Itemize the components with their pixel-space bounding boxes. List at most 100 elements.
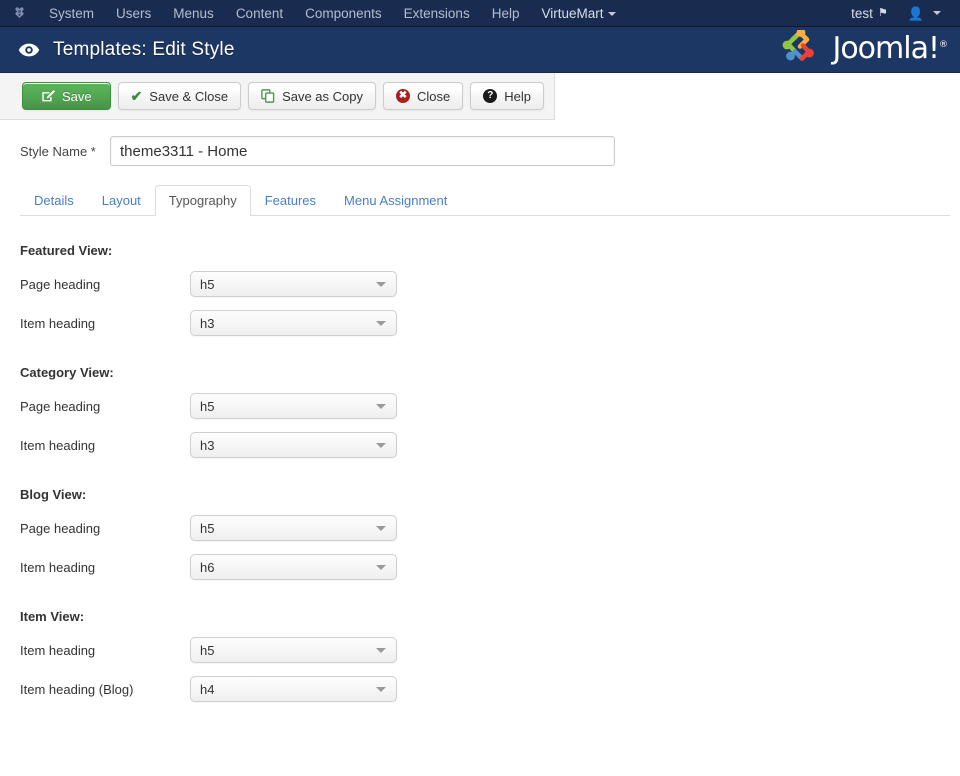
user-menu[interactable]: 👤: [899, 0, 950, 27]
chevron-down-icon: [933, 11, 941, 15]
menu-item-virtuemart[interactable]: VirtueMart: [530, 0, 626, 26]
joomla-wordmark-text: Joomla!: [832, 31, 940, 66]
select-item-heading[interactable]: h5: [190, 637, 397, 663]
chevron-down-icon: [376, 687, 386, 692]
field-row-item-heading-blog: Item heading (Blog) h4: [20, 676, 960, 702]
external-link-icon: ⚑: [877, 6, 888, 19]
field-label-blog-item-heading: Item heading: [20, 559, 96, 575]
select-item-heading-blog-value: h4: [200, 681, 215, 697]
select-item-heading-blog[interactable]: h4: [190, 676, 397, 702]
style-name-row: Style Name *: [0, 120, 960, 166]
field-row-category-item-heading: Item heading h3: [20, 432, 960, 458]
save-and-close-button-label: Save & Close: [149, 88, 229, 104]
group-title-item-view: Item View:: [20, 609, 85, 624]
user-icon: 👤: [907, 5, 924, 21]
chevron-down-icon: [607, 12, 616, 17]
style-name-input[interactable]: [110, 136, 615, 166]
tab-menu-assignment[interactable]: Menu Assignment: [330, 185, 461, 216]
menu-item-components[interactable]: Components: [294, 0, 393, 26]
field-label-item-heading-blog: Item heading (Blog): [20, 681, 134, 697]
style-name-label: Style Name *: [20, 143, 96, 159]
site-preview-link[interactable]: test ⚑: [842, 0, 897, 27]
select-category-page-heading-value: h5: [200, 398, 215, 414]
field-label-featured-page-heading: Page heading: [20, 276, 101, 292]
tab-layout[interactable]: Layout: [88, 185, 155, 216]
check-icon: ✔: [130, 87, 143, 104]
question-circle-icon: ?: [483, 89, 498, 103]
field-label-item-heading: Item heading: [20, 642, 96, 658]
menu-item-virtuemart-label: VirtueMart: [541, 6, 604, 21]
help-button-label: Help: [504, 88, 531, 104]
close-button-label: Close: [417, 88, 451, 104]
admin-top-right: test ⚑ 👤: [842, 0, 950, 27]
group-title-blog-view: Blog View:: [20, 487, 87, 502]
select-featured-page-heading[interactable]: h5: [190, 271, 397, 297]
joomla-logo: Joomla!®: [776, 29, 960, 70]
close-button[interactable]: ✖ Close: [383, 82, 464, 110]
page-header-left: Templates: Edit Style: [0, 39, 235, 61]
edit-style-tabs: Details Layout Typography Features Menu …: [20, 185, 950, 216]
menu-item-help[interactable]: Help: [481, 0, 531, 26]
chevron-down-icon: [376, 565, 386, 570]
field-label-featured-item-heading: Item heading: [20, 315, 96, 331]
joomla-logo-mark: [783, 29, 815, 61]
menu-item-extensions[interactable]: Extensions: [393, 0, 481, 26]
field-row-featured-item-heading: Item heading h3: [20, 310, 960, 336]
select-featured-item-heading[interactable]: h3: [190, 310, 397, 336]
field-row-item-heading: Item heading h5: [20, 637, 960, 663]
save-as-copy-button[interactable]: Save as Copy: [248, 82, 376, 110]
field-label-category-page-heading: Page heading: [20, 398, 101, 414]
field-label-blog-page-heading: Page heading: [20, 520, 101, 536]
tab-typography[interactable]: Typography: [154, 185, 251, 216]
joomla-wordmark: Joomla!®: [832, 31, 948, 66]
copy-icon: [261, 89, 275, 103]
chevron-down-icon: [376, 282, 386, 287]
chevron-down-icon: [376, 648, 386, 653]
field-label-category-item-heading: Item heading: [20, 437, 96, 453]
save-and-close-button[interactable]: ✔ Save & Close: [117, 82, 242, 110]
select-blog-item-heading-value: h6: [200, 559, 215, 575]
chevron-down-icon: [376, 526, 386, 531]
save-button-label: Save: [61, 88, 92, 104]
select-category-page-heading[interactable]: h5: [190, 393, 397, 419]
select-featured-page-heading-value: h5: [200, 276, 215, 292]
admin-top-bar: System Users Menus Content Components Ex…: [0, 0, 960, 27]
field-row-blog-page-heading: Page heading h5: [20, 515, 960, 541]
menu-item-menus[interactable]: Menus: [162, 0, 225, 26]
tab-details[interactable]: Details: [20, 185, 88, 216]
chevron-down-icon: [376, 443, 386, 448]
field-row-featured-page-heading: Page heading h5: [20, 271, 960, 297]
select-category-item-heading-value: h3: [200, 437, 215, 453]
select-blog-page-heading-value: h5: [200, 520, 215, 536]
group-title-category-view: Category View:: [20, 365, 114, 380]
group-title-featured-view: Featured View:: [20, 243, 113, 258]
select-blog-page-heading[interactable]: h5: [190, 515, 397, 541]
close-circle-icon: ✖: [396, 89, 410, 103]
edit-style-form: Style Name * Details Layout Typography F…: [0, 120, 960, 702]
edit-pencil-icon: [41, 89, 55, 103]
save-button[interactable]: Save: [22, 82, 111, 110]
joomla-brand-icon[interactable]: [0, 5, 38, 22]
eye-icon: [18, 42, 40, 58]
admin-main-menu: System Users Menus Content Components Ex…: [38, 0, 842, 26]
menu-item-system[interactable]: System: [38, 0, 105, 26]
menu-item-content[interactable]: Content: [225, 0, 294, 26]
tab-features[interactable]: Features: [251, 185, 330, 216]
select-blog-item-heading[interactable]: h6: [190, 554, 397, 580]
page-title: Templates: Edit Style: [53, 38, 235, 60]
chevron-down-icon: [376, 404, 386, 409]
help-button[interactable]: ? Help: [470, 82, 544, 110]
select-item-heading-value: h5: [200, 642, 215, 658]
save-as-copy-button-label: Save as Copy: [282, 88, 363, 104]
field-row-category-page-heading: Page heading h5: [20, 393, 960, 419]
menu-item-users[interactable]: Users: [105, 0, 162, 26]
registered-mark: ®: [939, 40, 948, 50]
site-preview-label: test: [851, 5, 873, 21]
select-featured-item-heading-value: h3: [200, 315, 215, 331]
field-row-blog-item-heading: Item heading h6: [20, 554, 960, 580]
chevron-down-icon: [376, 321, 386, 326]
typography-panel: Featured View: Page heading h5 Item head…: [0, 243, 960, 702]
page-header: Templates: Edit Style Joomla!®: [0, 27, 960, 73]
edit-toolbar: Save ✔ Save & Close Save as Copy ✖ Close…: [0, 73, 555, 120]
select-category-item-heading[interactable]: h3: [190, 432, 397, 458]
